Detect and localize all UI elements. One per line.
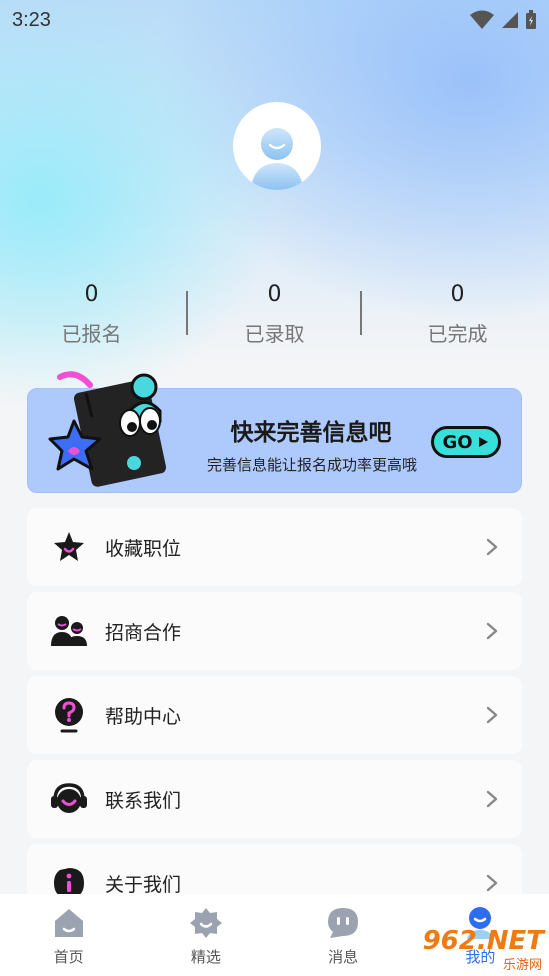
- stat-label: 已报名: [61, 322, 122, 346]
- watermark-brand: 962.NET: [422, 926, 544, 956]
- tab-messages[interactable]: 消息: [275, 894, 412, 976]
- status-icons: [469, 10, 537, 30]
- tab-featured[interactable]: 精选: [137, 894, 274, 976]
- tab-home[interactable]: 首页: [0, 894, 137, 976]
- user-avatar[interactable]: [233, 102, 321, 190]
- chevron-right-icon: [486, 622, 498, 640]
- menu-item-business-cooperation[interactable]: 招商合作: [27, 592, 522, 670]
- partners-icon: [49, 611, 89, 651]
- wifi-icon: [470, 10, 494, 29]
- chevron-right-icon: [486, 538, 498, 556]
- tab-label: 精选: [190, 948, 221, 966]
- status-time: 3:23: [12, 8, 51, 31]
- menu-item-favorite-jobs[interactable]: 收藏职位: [27, 508, 522, 586]
- menu-item-label: 招商合作: [105, 621, 182, 644]
- menu-item-contact-us[interactable]: 联系我们: [27, 760, 522, 838]
- star-icon: [49, 527, 89, 567]
- stat-value: 0: [450, 282, 465, 307]
- watermark-sub: 乐游网: [500, 954, 544, 973]
- menu-item-label: 关于我们: [105, 873, 182, 896]
- tab-label: 首页: [53, 948, 84, 966]
- go-button[interactable]: GO: [431, 426, 501, 458]
- phone-mascot-illustration: [48, 371, 167, 487]
- chevron-right-icon: [486, 706, 498, 724]
- menu-item-label: 帮助中心: [105, 705, 182, 728]
- stat-label: 已录取: [244, 322, 305, 346]
- stat-divider: [186, 291, 188, 335]
- menu-item-label: 联系我们: [105, 789, 182, 812]
- tab-label: 消息: [328, 948, 359, 966]
- stat-admitted[interactable]: 0 已录取: [183, 280, 366, 350]
- status-bar: 3:23: [0, 0, 549, 40]
- user-avatar-icon: [251, 128, 303, 190]
- battery-icon: [526, 10, 536, 29]
- home-icon: [54, 909, 83, 937]
- stat-label: 已完成: [427, 322, 488, 346]
- signal-icon: [502, 12, 518, 28]
- stats-row: 0 已报名 0 已录取 0 已完成: [0, 280, 549, 350]
- chevron-right-icon: [486, 874, 498, 892]
- featured-icon: [189, 908, 222, 938]
- stat-completed[interactable]: 0 已完成: [366, 280, 549, 350]
- go-label: GO: [442, 431, 473, 453]
- play-arrow-icon: [478, 437, 488, 447]
- stat-divider: [360, 291, 362, 335]
- stat-signed-up[interactable]: 0 已报名: [0, 280, 183, 350]
- menu-item-label: 收藏职位: [105, 537, 182, 560]
- stat-value: 0: [84, 282, 99, 307]
- banner-subtitle: 完善信息能让报名成功率更高哦: [206, 456, 417, 474]
- banner-title: 快来完善信息吧: [230, 420, 392, 446]
- complete-info-banner[interactable]: 快来完善信息吧 完善信息能让报名成功率更高哦 GO: [27, 371, 522, 493]
- menu-item-help-center[interactable]: 帮助中心: [27, 676, 522, 754]
- headset-icon: [49, 779, 89, 819]
- stat-value: 0: [267, 282, 282, 307]
- message-icon: [328, 908, 359, 938]
- help-icon: [49, 695, 89, 735]
- chevron-right-icon: [486, 790, 498, 808]
- site-watermark: 962.NET 乐游网: [418, 926, 544, 973]
